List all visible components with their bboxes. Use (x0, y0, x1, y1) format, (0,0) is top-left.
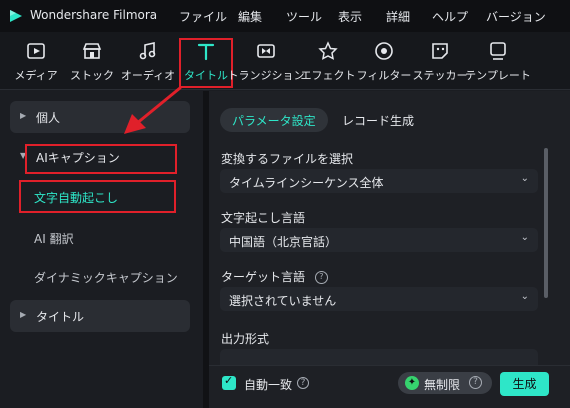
transcription-language-dropdown[interactable]: 中国語（北京官話） ⌄ (220, 228, 538, 252)
toolbar-transitions-label: トランジション (227, 69, 305, 82)
generate-button[interactable]: 生成 (500, 372, 549, 396)
transition-icon (257, 44, 275, 58)
app-name: Wondershare Filmora (30, 8, 158, 22)
expand-arrow-icon: ▶ (20, 111, 27, 120)
tab-parameter-settings[interactable]: パラメータ設定 (220, 108, 328, 132)
auto-match-label: 自動一致 (244, 378, 293, 392)
unlimited-label: 無制限 (424, 378, 461, 392)
expand-arrow-icon: ▶ (20, 310, 27, 319)
menu-file[interactable]: ファイル (179, 8, 227, 25)
media-icon (27, 43, 45, 59)
transcription-language-value: 中国語（北京官話） (229, 235, 338, 249)
stock-icon (82, 43, 102, 59)
effects-icon (318, 41, 338, 60)
nav-title-label: タイトル (36, 310, 85, 324)
scrollbar[interactable] (544, 148, 548, 298)
toolbar-transitions[interactable]: トランジション (228, 40, 305, 86)
toolbar-effects-label: エフェクト (300, 69, 356, 82)
filter-icon (375, 42, 393, 60)
toolbar-media[interactable]: メディア (10, 40, 62, 86)
sub-item-ai-translate[interactable]: AI 翻訳 (34, 230, 74, 247)
sticker-icon (432, 43, 448, 59)
chevron-down-icon: ⌄ (520, 232, 529, 243)
menu-help[interactable]: ヘルプ (432, 8, 468, 25)
toolbar-effects[interactable]: エフェクト (300, 40, 356, 86)
toolbar-media-label: メディア (14, 69, 58, 82)
annotation-arrow (124, 86, 182, 134)
menu-version[interactable]: バージョン (486, 8, 546, 25)
target-language-value: 選択されていません (229, 294, 337, 308)
nav-title[interactable]: ▶ タイトル (10, 300, 190, 332)
auto-match-checkbox[interactable]: ✓ (222, 374, 236, 390)
output-format-label: 出力形式 (221, 332, 270, 346)
titles-highlight-box (179, 38, 233, 88)
output-format-dropdown[interactable] (220, 349, 538, 365)
menu-advanced[interactable]: 詳細 (386, 8, 410, 25)
help-icon[interactable]: ? (297, 377, 309, 389)
file-select-value: タイムラインシーケンス全体 (229, 176, 384, 190)
help-icon[interactable]: ? (314, 271, 328, 284)
ai-caption-highlight-box (25, 144, 177, 174)
checkmark-icon: ✓ (224, 374, 234, 387)
toolbar-templates-label: テンプレート (465, 69, 531, 82)
tab-record-generation[interactable]: レコード生成 (330, 108, 426, 132)
toolbar-stickers[interactable]: ステッカー (412, 40, 468, 86)
transcription-language-label: 文字起こし言語 (221, 211, 306, 225)
menu-tools[interactable]: ツール (286, 8, 322, 25)
ai-credit-icon: ✦ (405, 376, 419, 390)
menu-view[interactable]: 表示 (338, 8, 362, 25)
toolbar-stock-label: ストック (70, 69, 114, 82)
file-select-label: 変換するファイルを選択 (221, 152, 354, 166)
chevron-down-icon: ⌄ (520, 291, 529, 302)
toolbar-filters-label: フィルター (356, 69, 412, 82)
chevron-down-icon: ⌄ (520, 173, 529, 184)
left-panel (0, 91, 203, 408)
toolbar-filters[interactable]: フィルター (356, 40, 412, 86)
toolbar-stickers-label: ステッカー (412, 69, 468, 82)
toolbar-audio[interactable]: オーディオ (120, 40, 176, 86)
auto-transcribe-highlight-box (19, 180, 176, 213)
toolbar-stock[interactable]: ストック (66, 40, 118, 86)
filmora-logo-icon (10, 10, 22, 22)
menu-edit[interactable]: 編集 (238, 8, 262, 25)
audio-icon (139, 42, 156, 60)
target-language-label-text: ターゲット言語 (221, 270, 306, 284)
help-icon[interactable]: ? (469, 376, 482, 389)
sub-item-dynamic-caption[interactable]: ダイナミックキャプション (34, 269, 178, 286)
toolbar-templates[interactable]: テンプレート (465, 40, 531, 86)
target-language-dropdown[interactable]: 選択されていません ⌄ (220, 287, 538, 311)
toolbar-audio-label: オーディオ (120, 69, 176, 82)
target-language-label: ターゲット言語 ? (221, 268, 328, 285)
template-icon (490, 42, 506, 60)
nav-personal-label: 個人 (36, 111, 61, 125)
file-select-dropdown[interactable]: タイムラインシーケンス全体 ⌄ (220, 169, 538, 193)
